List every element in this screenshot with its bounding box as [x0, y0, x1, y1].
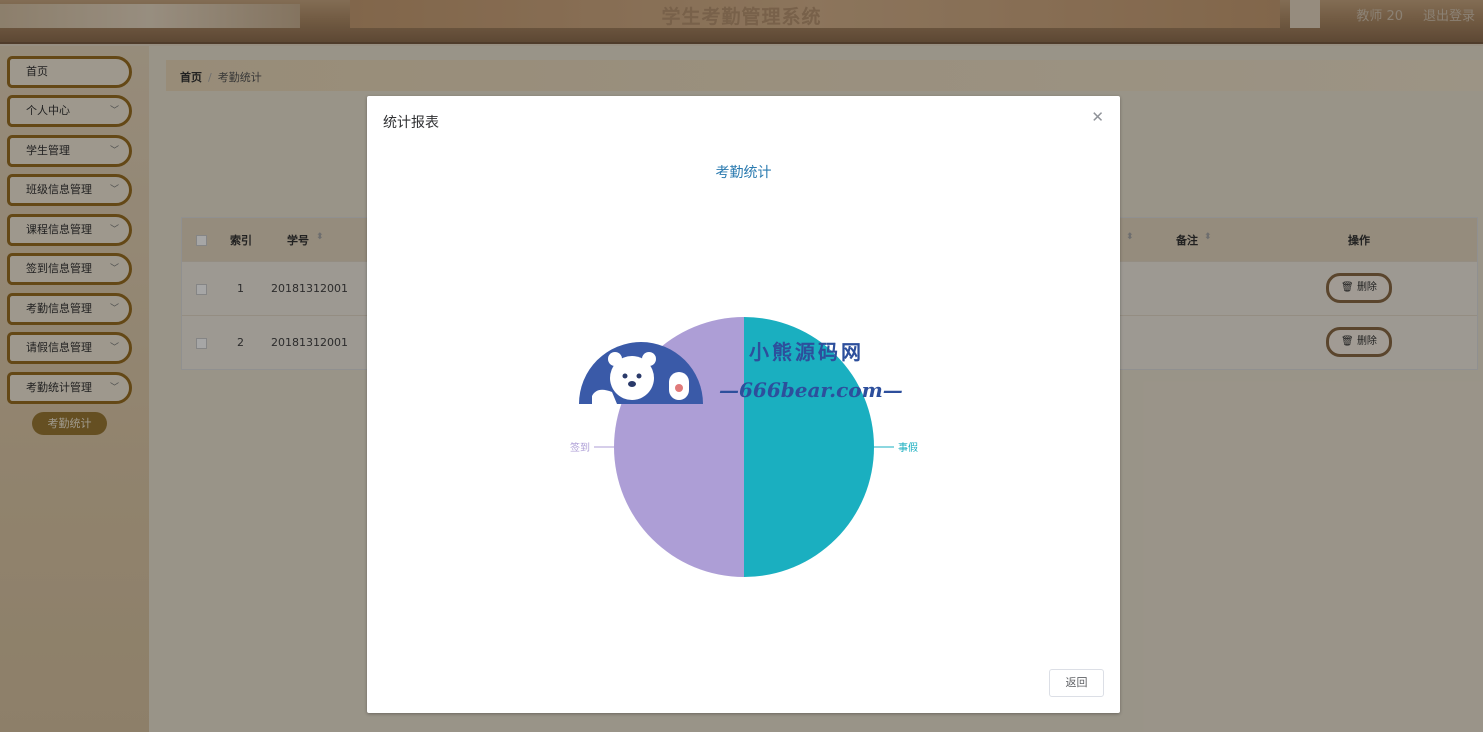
back-button[interactable]: 返回	[1049, 669, 1104, 697]
pie-label-1: 事假	[898, 441, 918, 454]
stats-dialog: 统计报表 ✕ 考勤统计 签到 事假 小熊源码网 —666bear.com— 返回	[367, 96, 1120, 713]
watermark-text-url: —666bear.com—	[719, 378, 903, 402]
watermark-text-cn: 小熊源码网	[749, 340, 864, 364]
pie-label-0: 签到	[570, 441, 590, 454]
